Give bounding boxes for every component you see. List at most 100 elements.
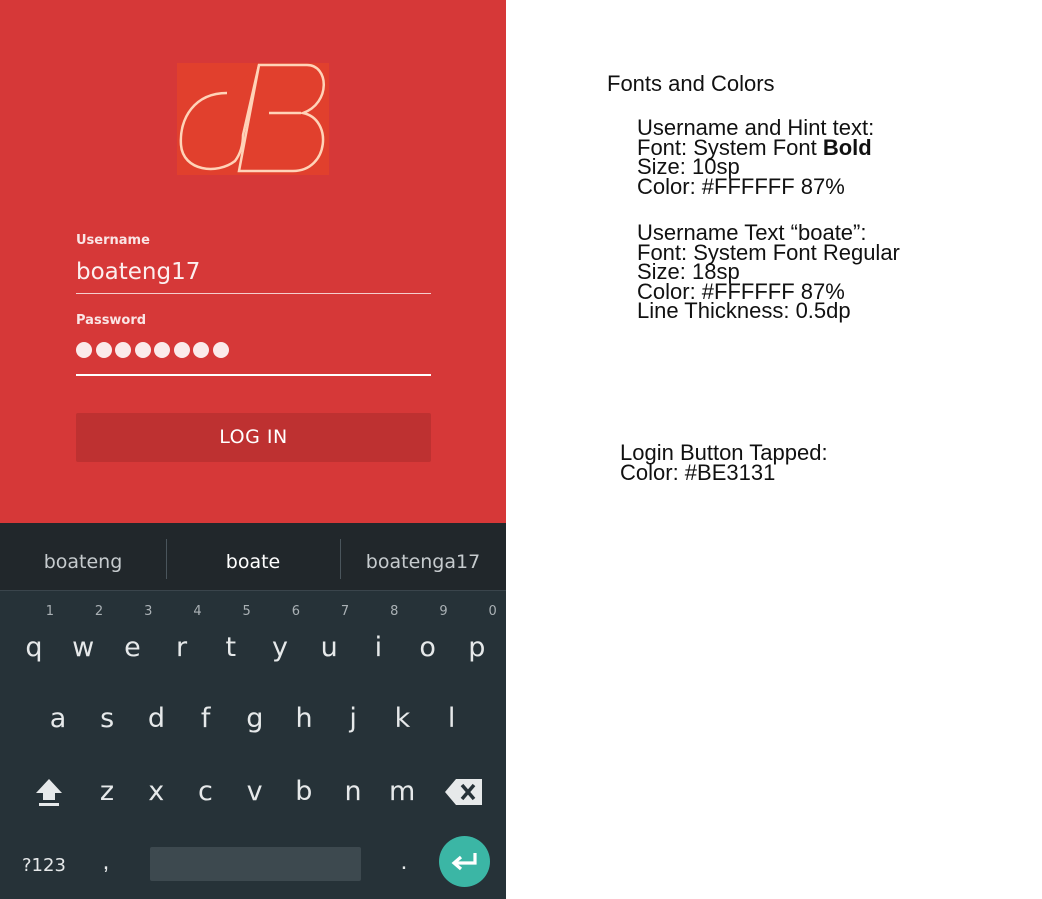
login-screen: Username boateng17 Password LOG IN xyxy=(0,0,506,523)
password-dot xyxy=(134,342,151,358)
enter-icon xyxy=(451,853,477,871)
suggestion-item[interactable]: boatenga17 xyxy=(340,523,506,590)
password-dot xyxy=(173,342,190,358)
suggestion-item[interactable]: boateng xyxy=(0,523,166,590)
note-color: Color: #FFFFFF 87% xyxy=(637,173,845,199)
key-label: o xyxy=(419,632,436,663)
password-dot xyxy=(154,342,170,358)
login-button[interactable]: LOG IN xyxy=(76,413,431,462)
key-label: e xyxy=(124,632,141,663)
key-label: l xyxy=(447,703,456,734)
key-v[interactable]: v xyxy=(235,767,275,817)
note-color: Color: #BE3131 xyxy=(620,459,776,485)
enter-key[interactable] xyxy=(439,836,490,887)
key-number-hint: 2 xyxy=(94,604,104,619)
password-mask xyxy=(76,338,431,358)
key-w[interactable]: w2 xyxy=(63,605,103,673)
key-number-hint: 1 xyxy=(45,604,54,619)
symbols-key[interactable]: ?123 xyxy=(22,851,72,881)
key-z[interactable]: z xyxy=(87,767,127,817)
key-e[interactable]: e3 xyxy=(112,605,152,673)
key-label: w xyxy=(72,632,95,663)
key-i[interactable]: i8 xyxy=(358,605,399,673)
key-number-hint: 6 xyxy=(291,604,300,619)
key-label: g xyxy=(246,703,264,734)
key-number-hint: 8 xyxy=(390,604,399,619)
key-q[interactable]: q1 xyxy=(14,605,54,673)
note-font-bold: Bold xyxy=(822,134,872,160)
key-s[interactable]: s xyxy=(87,694,127,744)
note-login-button: Login Button Tapped: Color: #BE3131 xyxy=(620,442,828,485)
key-o[interactable]: o9 xyxy=(408,605,447,673)
key-n[interactable]: n xyxy=(333,767,373,817)
space-key[interactable] xyxy=(150,847,361,881)
key-label: f xyxy=(200,703,211,734)
password-dot xyxy=(95,342,112,358)
key-label: k xyxy=(394,703,411,734)
spec-notes: Fonts and Colors Username and Hint text:… xyxy=(506,0,1042,899)
key-label: r xyxy=(176,632,188,663)
key-label: v xyxy=(246,776,263,807)
key-j[interactable]: j xyxy=(333,694,373,744)
key-label: b xyxy=(295,776,313,807)
key-label: i xyxy=(374,632,383,663)
password-dot xyxy=(115,342,131,358)
key-t[interactable]: t5 xyxy=(211,605,251,673)
key-m[interactable]: m xyxy=(382,767,422,817)
key-number-hint: 7 xyxy=(340,604,350,619)
key-u[interactable]: u7 xyxy=(309,605,350,673)
comma-key[interactable]: , xyxy=(96,847,116,877)
password-input[interactable] xyxy=(76,338,431,376)
key-r[interactable]: r4 xyxy=(162,605,202,673)
key-label: d xyxy=(147,703,165,734)
suggestion-item-center[interactable]: boate xyxy=(166,523,340,590)
key-label: p xyxy=(468,632,486,663)
password-dot xyxy=(193,342,209,358)
key-label: q xyxy=(25,632,43,663)
key-l[interactable]: l xyxy=(432,694,472,744)
password-dot xyxy=(212,342,229,358)
key-number-hint: 4 xyxy=(193,604,202,619)
key-label: n xyxy=(344,776,362,807)
key-label: s xyxy=(100,703,115,734)
key-label: t xyxy=(225,632,237,663)
phone-screen: Username boateng17 Password LOG IN boate… xyxy=(0,0,506,899)
suggestion-strip: boateng boate boatenga17 xyxy=(0,523,506,591)
key-c[interactable]: c xyxy=(185,767,225,817)
note-line-thickness: Line Thickness: 0.5dp xyxy=(637,298,851,323)
key-g[interactable]: g xyxy=(235,694,275,744)
key-y[interactable]: y6 xyxy=(260,605,300,673)
key-label: c xyxy=(197,776,213,807)
key-x[interactable]: x xyxy=(136,767,176,817)
backspace-icon[interactable] xyxy=(444,775,484,809)
key-d[interactable]: d xyxy=(136,694,176,744)
key-number-hint: 3 xyxy=(144,604,153,619)
key-label: j xyxy=(349,703,357,734)
key-number-hint: 9 xyxy=(439,604,448,619)
key-label: u xyxy=(320,632,338,663)
notes-title: Fonts and Colors xyxy=(607,71,775,96)
key-label: z xyxy=(99,776,115,807)
soft-keyboard: boateng boate boatenga17 q1w2e3r4t5y6u7i… xyxy=(0,523,506,899)
key-k[interactable]: k xyxy=(382,694,422,744)
key-label: y xyxy=(272,632,288,663)
key-label: x xyxy=(148,776,165,807)
shift-icon[interactable] xyxy=(30,773,68,811)
key-h[interactable]: h xyxy=(284,694,324,744)
key-number-hint: 5 xyxy=(242,604,251,619)
key-label: m xyxy=(389,776,416,807)
username-label: Username xyxy=(76,233,150,248)
note-username-hint: Username and Hint text: Font: System Fon… xyxy=(637,117,874,199)
password-dot xyxy=(76,342,92,358)
key-a[interactable]: a xyxy=(38,694,78,744)
key-b[interactable]: b xyxy=(284,767,324,817)
key-label: a xyxy=(49,703,67,734)
app-logo xyxy=(177,63,329,175)
note-username-text: Username Text “boate”: Font: System Font… xyxy=(637,222,900,323)
key-label: h xyxy=(295,703,313,734)
key-number-hint: 0 xyxy=(488,604,497,619)
username-input[interactable]: boateng17 xyxy=(76,256,431,294)
period-key[interactable]: . xyxy=(394,847,414,877)
key-f[interactable]: f xyxy=(186,694,226,744)
key-p[interactable]: p0 xyxy=(457,605,497,673)
